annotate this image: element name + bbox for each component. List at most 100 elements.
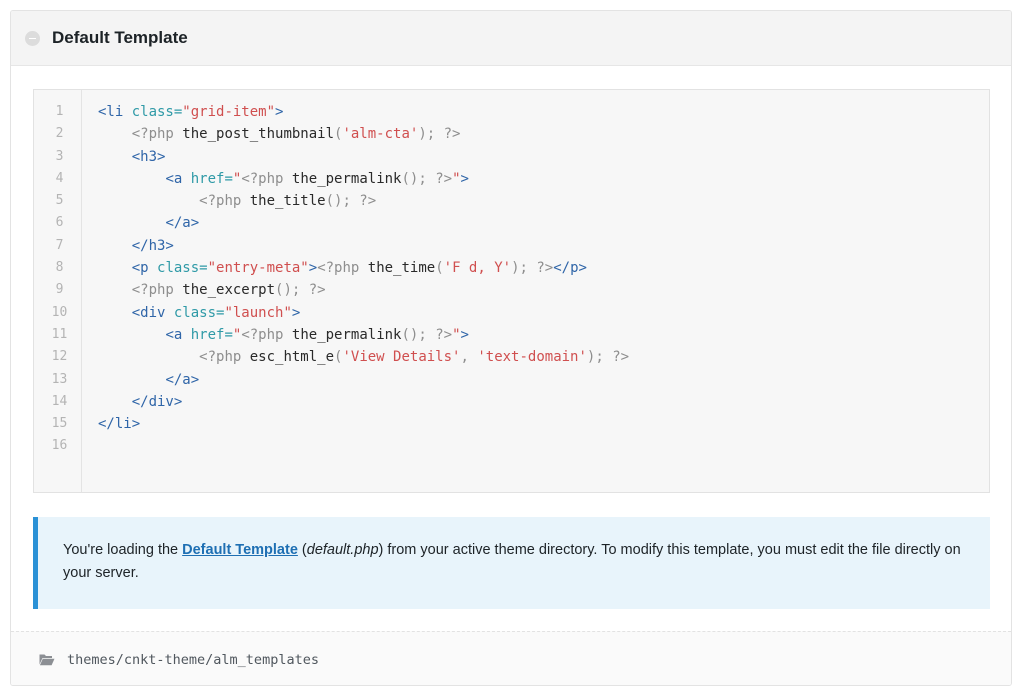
line-number: 12: [51, 349, 68, 365]
line-number: 13: [51, 371, 68, 387]
code-token: class=: [157, 260, 208, 277]
code-token: ": [452, 326, 461, 343]
code-token: >: [460, 326, 469, 343]
code-token: (); ?>: [401, 170, 453, 187]
line-number: 1: [55, 104, 64, 119]
template-notice: You're loading the Default Template (def…: [33, 517, 990, 609]
code-line: <li class="grid-item">: [98, 101, 989, 123]
code-token: 'alm-cta': [342, 126, 419, 143]
code-token: the_permalink: [291, 170, 402, 187]
code-token: the_title: [249, 193, 326, 210]
line-number: 10: [51, 304, 68, 320]
template-path: themes/cnkt-theme/alm_templates: [67, 651, 319, 668]
code-token: (: [435, 260, 444, 277]
code-token: the_time: [367, 260, 436, 277]
line-number: 6: [55, 215, 64, 231]
code-token: <?php: [131, 282, 183, 299]
code-token: 'View Details': [342, 349, 461, 366]
code-token: the_permalink: [291, 326, 402, 343]
template-path-footer: themes/cnkt-theme/alm_templates: [11, 631, 1011, 685]
code-token: </a>: [165, 371, 200, 388]
code-token: href=: [190, 326, 233, 343]
code-token: </p>: [553, 260, 587, 277]
panel-header: Default Template: [11, 11, 1011, 66]
code-token: <p: [131, 260, 158, 277]
code-line: <div class="launch">: [98, 302, 989, 324]
code-line: <?php the_title(); ?>: [98, 190, 989, 212]
folder-open-icon: [39, 654, 55, 666]
code-token: 'F d, Y': [443, 260, 512, 277]
code-token: <h3>: [131, 148, 166, 165]
code-line: <a href="<?php the_permalink(); ?>">: [98, 324, 989, 346]
code-token: ": [452, 170, 461, 187]
code-editor[interactable]: 1 2 3 4 5 6 7 8 9 10 11 12 13 14 15 16 <li class="grid-…: [33, 89, 990, 493]
code-token: <li: [98, 104, 132, 120]
code-token: class=: [173, 304, 225, 321]
code-token: >: [460, 170, 469, 187]
code-line: </a>: [98, 212, 989, 234]
code-token: (); ?>: [275, 282, 326, 299]
code-token: <?php: [317, 260, 368, 277]
code-line: <?php the_excerpt(); ?>: [98, 279, 989, 301]
code-token: class=: [131, 104, 183, 120]
line-number: 11: [51, 326, 68, 342]
code-token: ,: [460, 349, 478, 366]
code-token: ); ?>: [511, 260, 554, 277]
line-number: 7: [55, 237, 64, 253]
code-token: <a: [165, 326, 191, 343]
code-area[interactable]: <li class="grid-item"> <?php the_post_th…: [82, 90, 989, 492]
code-token: <div: [131, 304, 174, 321]
code-token: </a>: [165, 215, 200, 232]
line-number: 14: [51, 393, 68, 409]
code-token: the_post_thumbnail: [182, 126, 335, 143]
code-line: </li>: [98, 413, 989, 435]
template-panel: Default Template 1 2 3 4 5 6 7 8 9 10 11 12 13 14 15 16…: [10, 10, 1012, 686]
code-token: </div>: [131, 393, 183, 410]
line-number: 8: [55, 260, 64, 276]
code-token: (); ?>: [325, 193, 377, 210]
code-token: (); ?>: [401, 326, 453, 343]
code-token: href=: [190, 170, 233, 187]
line-number-gutter: 1 2 3 4 5 6 7 8 9 10 11 12 13 14 15 16: [34, 90, 82, 492]
code-line: </a>: [98, 369, 989, 391]
code-token: esc_html_e: [249, 349, 335, 366]
code-token: </h3>: [131, 237, 174, 254]
code-token: ); ?>: [586, 349, 630, 366]
line-number: 15: [51, 416, 68, 432]
minus-circle-icon[interactable]: [25, 30, 40, 46]
code-line: <?php the_post_thumbnail('alm-cta'); ?>: [98, 123, 989, 145]
notice-filename: default.php: [306, 542, 379, 558]
line-number: 3: [55, 148, 64, 164]
code-token: <?php: [131, 126, 183, 143]
code-token: <?php: [199, 193, 250, 210]
code-token: ); ?>: [418, 126, 461, 143]
default-template-link[interactable]: Default Template: [182, 542, 298, 558]
code-token: </li>: [98, 416, 141, 433]
code-token: >: [275, 104, 284, 120]
code-line: </div>: [98, 391, 989, 413]
code-token: >: [291, 304, 301, 321]
code-token: <?php: [241, 170, 292, 187]
code-token: "entry-meta": [207, 260, 309, 277]
line-number: 2: [55, 126, 64, 142]
line-number: 5: [55, 193, 64, 209]
code-token: "grid-item": [182, 104, 276, 120]
notice-prefix: You're loading the: [63, 542, 183, 558]
line-number: 9: [55, 282, 64, 298]
code-line: <?php esc_html_e('View Details', 'text-d…: [98, 346, 989, 368]
code-line: <a href="<?php the_permalink(); ?>">: [98, 168, 989, 190]
code-line: <h3>: [98, 146, 989, 168]
code-token: <?php: [241, 326, 292, 343]
